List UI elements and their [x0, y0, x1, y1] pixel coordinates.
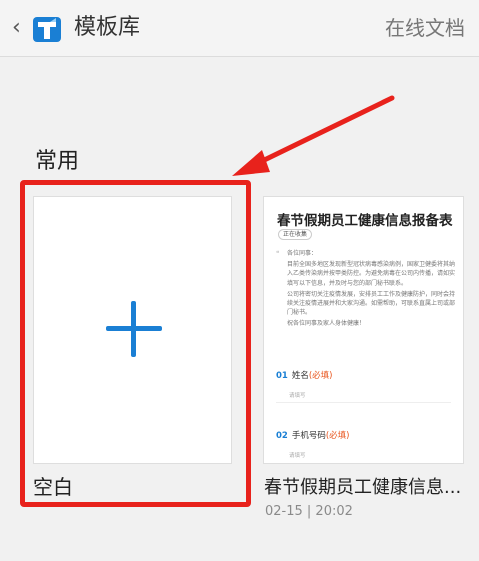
- chevron-left-icon[interactable]: ‹: [12, 16, 21, 40]
- divider: [276, 402, 451, 403]
- section-title: 常用: [35, 149, 80, 174]
- question-label: 姓名: [291, 371, 309, 381]
- question-hint: 请填写: [289, 393, 306, 399]
- intro-line: 公司将密切关注疫情发展，安排员工工作及健康防护，同时会持续关注疫情进展并和大家沟…: [287, 290, 456, 317]
- top-bar: ‹ 模板库 在线文档: [0, 0, 479, 57]
- intro-line: 目前全国多地区发现新型冠状病毒感染病例，国家卫健委将其纳入乙类传染病并按甲类防控…: [287, 261, 456, 287]
- template-date: 02-15 | 20:02: [265, 504, 353, 519]
- question-number: 01: [276, 371, 288, 381]
- page-title: 模板库: [74, 15, 141, 40]
- question-name: 01 姓名(必填): [276, 369, 333, 381]
- status-badge: 正在收集: [278, 229, 313, 240]
- required-tag: (必填): [325, 431, 350, 441]
- intro-line: 祝各位同事及家人身体健康！: [287, 320, 366, 328]
- question-number: 02: [276, 431, 288, 441]
- quote-mark: ❝: [276, 250, 280, 257]
- question-hint: 请填写: [289, 453, 306, 459]
- template-name: 春节假期员工健康信息...: [264, 477, 462, 498]
- intro-line: 各位同事：: [287, 250, 318, 257]
- template-preview-title: 春节假期员工健康信息报备表: [277, 213, 453, 229]
- template-intro: ❝ 各位同事： 目前全国多地区发现新型冠状病毒感染病例，国家卫健委将其纳入乙类传…: [276, 249, 456, 331]
- question-phone: 02 手机号码(必填): [276, 429, 350, 441]
- online-docs-link[interactable]: 在线文档: [385, 14, 465, 42]
- question-label: 手机号码: [291, 431, 326, 441]
- required-tag: (必填): [308, 371, 333, 381]
- health-report-template-card[interactable]: 春节假期员工健康信息报备表 正在收集 ❝ 各位同事： 目前全国多地区发现新型冠状…: [263, 196, 464, 464]
- red-highlight-box: [20, 180, 251, 507]
- app-logo-icon: [33, 17, 61, 42]
